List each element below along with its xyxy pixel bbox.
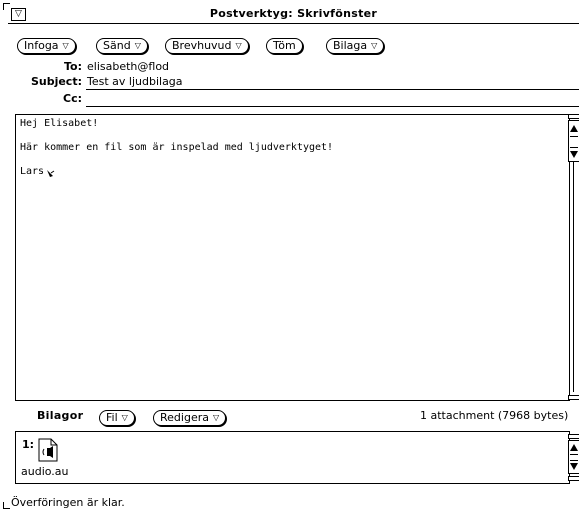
- subject-label: Subject:: [30, 75, 82, 88]
- subject-field[interactable]: Test av ljudbilaga: [87, 75, 183, 88]
- attachment-filename: audio.au: [21, 465, 69, 478]
- scrollbar-bottom-cap[interactable]: [568, 395, 579, 400]
- attachment-scrollbar[interactable]: [568, 434, 579, 482]
- bilaga-button[interactable]: Bilaga ▽: [326, 38, 385, 54]
- text-scrollbar[interactable]: [568, 114, 579, 401]
- window-title: Postverktyg: Skrivfönster: [209, 7, 378, 20]
- text-caret-icon: [47, 170, 55, 177]
- status-message: Överföringen är klar.: [11, 496, 125, 509]
- to-field[interactable]: elisabeth@flod: [87, 60, 169, 73]
- attachment-summary: 1 attachment (7968 bytes): [420, 409, 569, 422]
- button-label: Redigera: [160, 411, 209, 424]
- message-body: Hej Elisabet! Här kommer en fil som är i…: [20, 118, 334, 177]
- infoga-button[interactable]: Infoga ▽: [17, 38, 76, 54]
- button-label: Bilaga: [333, 39, 368, 52]
- attachment-pane[interactable]: [15, 431, 570, 484]
- scrollbar-elevator[interactable]: [568, 120, 579, 162]
- attachments-title: Bilagor: [37, 409, 84, 422]
- cc-label: Cc:: [63, 92, 82, 105]
- window-corner-bottom-left: [3, 502, 10, 509]
- button-label: Fil: [106, 411, 118, 424]
- attachment-index: 1:: [22, 438, 35, 451]
- scrollbar-drag-area[interactable]: [570, 136, 578, 148]
- tom-button[interactable]: Töm: [266, 38, 303, 54]
- scroll-down-arrow-icon[interactable]: [569, 460, 579, 472]
- scroll-down-arrow-icon[interactable]: [569, 148, 579, 160]
- attachment-item[interactable]: 1: audio.au: [18, 436, 88, 480]
- menu-arrow-icon: ▽: [134, 41, 141, 50]
- redigera-button[interactable]: Redigera ▽: [153, 410, 227, 426]
- button-label: Sänd: [103, 39, 131, 52]
- scrollbar-top-cap[interactable]: [568, 114, 579, 119]
- brevhuvud-button[interactable]: Brevhuvud ▽: [165, 38, 249, 54]
- fil-button[interactable]: Fil ▽: [99, 410, 135, 426]
- cc-underline: [86, 106, 579, 107]
- menu-arrow-icon: ▽: [121, 413, 128, 422]
- audio-file-icon: [38, 438, 58, 462]
- button-label: Töm: [273, 39, 296, 52]
- menu-arrow-icon: ▽: [235, 41, 242, 50]
- scroll-up-arrow-icon[interactable]: [569, 123, 579, 135]
- scrollbar-top-cap[interactable]: [568, 434, 579, 439]
- button-label: Brevhuvud: [172, 39, 232, 52]
- subject-underline: [86, 89, 579, 90]
- scrollbar-track[interactable]: [573, 162, 574, 392]
- scroll-up-arrow-icon[interactable]: [569, 442, 579, 454]
- sand-button[interactable]: Sänd ▽: [96, 38, 148, 54]
- menu-arrow-icon: ▽: [212, 413, 220, 422]
- scrollbar-bottom-cap[interactable]: [568, 476, 579, 481]
- to-label: To:: [64, 60, 82, 73]
- menu-arrow-icon: ▽: [62, 41, 69, 50]
- scrollbar-elevator[interactable]: [568, 440, 579, 474]
- button-label: Infoga: [24, 39, 59, 52]
- menu-arrow-icon: ▽: [371, 41, 378, 50]
